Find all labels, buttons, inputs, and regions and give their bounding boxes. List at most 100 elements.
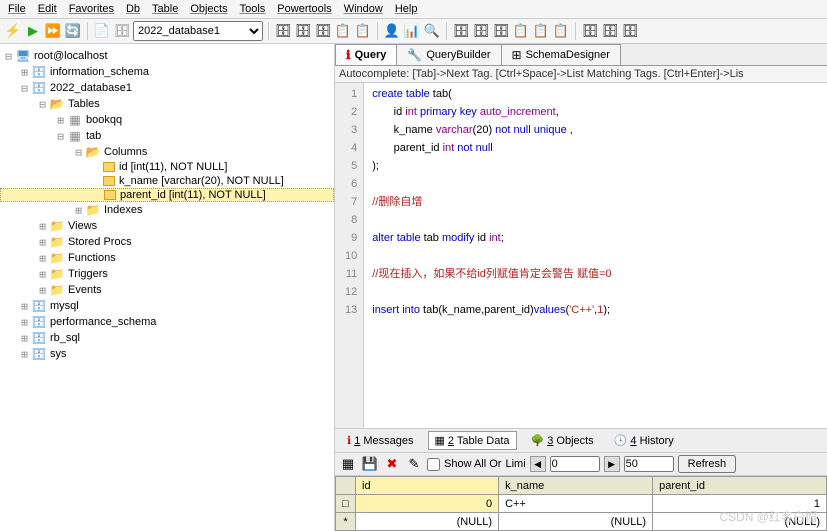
query-tabs: ℹ Query 🔧 QueryBuilder ⊞ SchemaDesigner <box>335 44 827 66</box>
tree-folder-events[interactable]: ⊞📁 Events <box>0 282 334 298</box>
tool-icon-10[interactable]: 🗄 <box>492 22 510 40</box>
refresh-icon[interactable]: 🔄 <box>64 22 82 40</box>
edit-icon[interactable]: ✎ <box>405 455 423 473</box>
limit-label: Limi <box>505 458 525 470</box>
tool-icon-13[interactable]: 📋 <box>552 22 570 40</box>
tab-query[interactable]: ℹ Query <box>335 44 397 65</box>
grid-icon[interactable]: ▦ <box>339 455 357 473</box>
tree-db-information-schema[interactable]: ⊞🗄 information_schema <box>0 64 334 80</box>
tool-icon-15[interactable]: 🗄 <box>601 22 619 40</box>
limit-to-input[interactable] <box>624 456 674 472</box>
prev-page-button[interactable]: ◀ <box>530 456 546 472</box>
tree-db-2022-database1[interactable]: ⊟🗄 2022_database1 <box>0 80 334 96</box>
show-all-checkbox[interactable] <box>427 458 440 471</box>
tree-table-bookqq[interactable]: ⊞▦ bookqq <box>0 112 334 128</box>
info-icon: ℹ <box>346 48 351 62</box>
delete-icon[interactable]: ✖ <box>383 455 401 473</box>
tree-folder-views[interactable]: ⊞📁 Views <box>0 218 334 234</box>
tab-messages[interactable]: ℹ 1 Messages <box>341 432 420 449</box>
tree-root[interactable]: ⊟🖥 root@localhost <box>0 48 334 64</box>
tree-folder-functions[interactable]: ⊞📁 Functions <box>0 250 334 266</box>
refresh-button[interactable]: Refresh <box>678 455 737 473</box>
code-area[interactable]: create table tab( id int primary key aut… <box>364 83 619 428</box>
folder-icon: 📂 <box>49 97 65 111</box>
menu-help[interactable]: Help <box>395 3 418 15</box>
tab-schemadesigner[interactable]: ⊞ SchemaDesigner <box>501 44 621 65</box>
table-icon: ▦ <box>67 113 83 127</box>
grid-toolbar: ▦ 💾 ✖ ✎ Show All Or Limi ◀ ▶ Refresh <box>335 453 827 476</box>
database-icon: 🗄 <box>31 315 47 329</box>
row-marker[interactable]: □ <box>336 495 356 513</box>
menu-edit[interactable]: Edit <box>38 3 57 15</box>
tree-db-mysql[interactable]: ⊞🗄 mysql <box>0 298 334 314</box>
database-selector[interactable]: 2022_database1 <box>133 21 263 41</box>
tool-icon-8[interactable]: 🗄 <box>452 22 470 40</box>
tree-folder-indexes[interactable]: ⊞📁 Indexes <box>0 202 334 218</box>
schema-icon: ⊞ <box>512 48 522 62</box>
server-icon: 🖥 <box>15 49 31 63</box>
tool-icon-9[interactable]: 🗄 <box>472 22 490 40</box>
tool-icon-2[interactable]: 🗄 <box>294 22 312 40</box>
tree-folder-columns[interactable]: ⊟📂 Columns <box>0 144 334 160</box>
tool-icon-6[interactable]: 📊 <box>403 22 421 40</box>
tree-root-label: root@localhost <box>34 50 108 62</box>
tree-db-sys[interactable]: ⊞🗄 sys <box>0 346 334 362</box>
database-icon: 🗄 <box>31 81 47 95</box>
tree-folder-tables[interactable]: ⊟📂 Tables <box>0 96 334 112</box>
folder-icon: 📁 <box>49 219 65 233</box>
new-query-icon[interactable]: 📄 <box>93 22 111 40</box>
object-browser-tree[interactable]: ⊟🖥 root@localhost ⊞🗄 information_schema … <box>0 44 335 531</box>
database-icon: 🗄 <box>31 347 47 361</box>
tab-querybuilder[interactable]: 🔧 QueryBuilder <box>396 44 501 65</box>
tree-column-k-name[interactable]: k_name [varchar(20), NOT NULL] <box>0 174 334 188</box>
tab-history[interactable]: 🕓 4 History <box>608 432 680 449</box>
tool-icon-5[interactable]: 📋 <box>354 22 372 40</box>
tree-table-tab[interactable]: ⊟▦ tab <box>0 128 334 144</box>
col-header-id[interactable]: id <box>356 477 499 495</box>
save-icon[interactable]: 💾 <box>361 455 379 473</box>
tool-icon-11[interactable]: 📋 <box>512 22 530 40</box>
row-marker[interactable]: * <box>336 513 356 531</box>
tool-icon-1[interactable]: 🗄 <box>274 22 292 40</box>
autocomplete-hint: Autocomplete: [Tab]->Next Tag. [Ctrl+Spa… <box>335 66 827 83</box>
watermark: CSDN @红客白帽 <box>719 508 817 525</box>
tool-icon-12[interactable]: 📋 <box>532 22 550 40</box>
tree-db-rb-sql[interactable]: ⊞🗄 rb_sql <box>0 330 334 346</box>
menu-favorites[interactable]: Favorites <box>69 3 114 15</box>
run-icon[interactable]: ▶ <box>24 22 42 40</box>
tool-icon-16[interactable]: 🗄 <box>621 22 639 40</box>
tab-objects[interactable]: 🌳 3 Objects <box>525 432 600 449</box>
menu-file[interactable]: File <box>8 3 26 15</box>
tool-icon-3[interactable]: 🗄 <box>314 22 332 40</box>
grid-corner <box>336 477 356 495</box>
sql-editor[interactable]: 12345678910111213 create table tab( id i… <box>335 83 827 428</box>
table-icon: ▦ <box>67 129 83 143</box>
menu-db[interactable]: Db <box>126 3 140 15</box>
menu-bar: File Edit Favorites Db Table Objects Too… <box>0 0 827 19</box>
tree-db-performance-schema[interactable]: ⊞🗄 performance_schema <box>0 314 334 330</box>
column-icon <box>103 162 115 172</box>
tree-folder-triggers[interactable]: ⊞📁 Triggers <box>0 266 334 282</box>
col-header-k-name[interactable]: k_name <box>499 477 653 495</box>
tree-folder-stored-procs[interactable]: ⊞📁 Stored Procs <box>0 234 334 250</box>
tool-icon-14[interactable]: 🗄 <box>581 22 599 40</box>
db-icon[interactable]: 🗄 <box>113 22 131 40</box>
tool-icon-7[interactable]: 🔍 <box>423 22 441 40</box>
tool-icon-4[interactable]: 📋 <box>334 22 352 40</box>
folder-icon: 📂 <box>85 145 101 159</box>
user-icon[interactable]: 👤 <box>383 22 401 40</box>
col-header-parent-id[interactable]: parent_id <box>653 477 827 495</box>
tab-table-data[interactable]: ▦ 2 Table Data <box>428 431 517 450</box>
menu-window[interactable]: Window <box>344 3 383 15</box>
tree-column-id[interactable]: id [int(11), NOT NULL] <box>0 160 334 174</box>
menu-table[interactable]: Table <box>152 3 178 15</box>
limit-from-input[interactable] <box>550 456 600 472</box>
menu-tools[interactable]: Tools <box>240 3 266 15</box>
run-all-icon[interactable]: ⏩ <box>44 22 62 40</box>
menu-powertools[interactable]: Powertools <box>277 3 331 15</box>
tree-column-parent-id[interactable]: parent_id [int(11), NOT NULL] <box>0 188 334 202</box>
menu-objects[interactable]: Objects <box>190 3 227 15</box>
clock-icon: 🕓 <box>614 434 628 447</box>
next-page-button[interactable]: ▶ <box>604 456 620 472</box>
new-connection-icon[interactable]: ⚡ <box>4 22 22 40</box>
